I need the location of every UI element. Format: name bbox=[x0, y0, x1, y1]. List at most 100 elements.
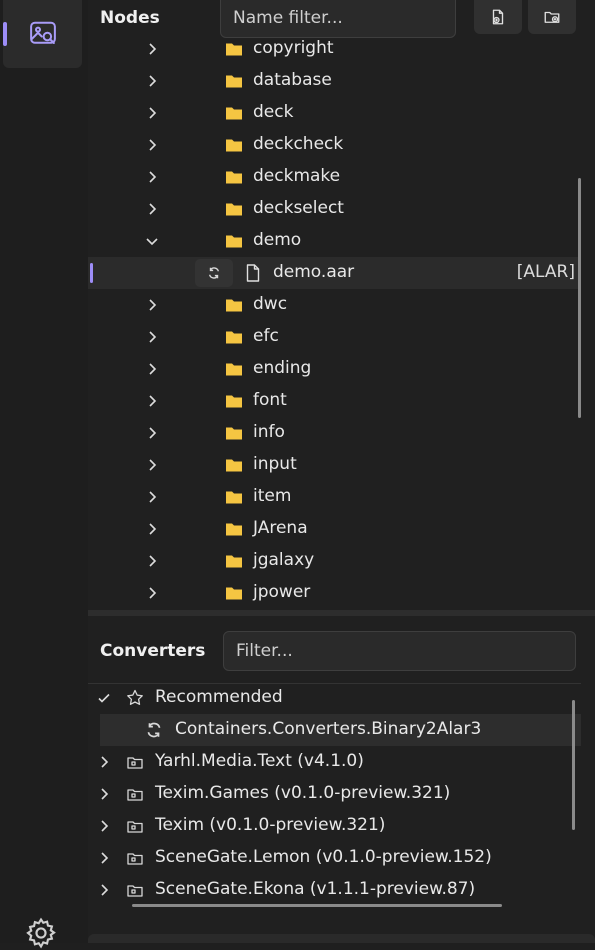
package-icon bbox=[127, 757, 143, 769]
chevron-right-icon[interactable] bbox=[144, 41, 160, 57]
tree-label: deckselect bbox=[253, 198, 344, 218]
chevron-right-icon[interactable] bbox=[96, 882, 112, 898]
tree-row[interactable]: font bbox=[88, 385, 580, 417]
converter-group-row[interactable]: Texim (v0.1.0-preview.321) bbox=[88, 810, 581, 842]
tree-label: demo.aar bbox=[273, 262, 355, 282]
converters-vertical-scrollbar[interactable] bbox=[572, 700, 575, 830]
chevron-right-icon[interactable] bbox=[144, 105, 160, 121]
tree-label: deck bbox=[253, 102, 294, 122]
folder-icon bbox=[226, 107, 242, 120]
chevron-right-icon[interactable] bbox=[144, 169, 160, 185]
check-icon[interactable] bbox=[96, 690, 112, 706]
package-icon bbox=[127, 885, 143, 897]
tree-row[interactable]: database bbox=[88, 65, 580, 97]
chevron-right-icon[interactable] bbox=[96, 786, 112, 802]
chevron-right-icon[interactable] bbox=[144, 137, 160, 153]
sync-icon bbox=[208, 267, 220, 279]
image-explorer-button[interactable] bbox=[3, 0, 82, 68]
converter-label: Texim.Games (v0.1.0-preview.321) bbox=[155, 783, 451, 803]
folder-icon bbox=[226, 331, 242, 344]
chevron-right-icon[interactable] bbox=[144, 425, 160, 441]
folder-icon bbox=[226, 75, 242, 88]
converter-group-row[interactable]: SceneGate.Ekona (v1.1.1-preview.87) bbox=[88, 874, 581, 906]
tree-row[interactable]: ending bbox=[88, 353, 580, 385]
tree-row[interactable]: deckmake bbox=[88, 161, 580, 193]
chevron-right-icon[interactable] bbox=[96, 850, 112, 866]
panel-splitter[interactable] bbox=[88, 610, 595, 616]
tree-label: JArena bbox=[253, 518, 308, 538]
folder-icon bbox=[226, 203, 242, 216]
converter-label: SceneGate.Ekona (v1.1.1-preview.87) bbox=[155, 879, 476, 899]
converter-label: Recommended bbox=[155, 687, 283, 707]
tree-row[interactable]: input bbox=[88, 449, 580, 481]
chevron-right-icon[interactable] bbox=[144, 489, 160, 505]
tree-row-selected[interactable]: demo.aar [ALAR] bbox=[88, 257, 580, 289]
package-icon bbox=[127, 853, 143, 865]
converter-group-row[interactable]: SceneGate.Lemon (v0.1.0-preview.152) bbox=[88, 842, 581, 874]
folder-add-icon bbox=[544, 11, 560, 23]
tree-label: info bbox=[253, 422, 285, 442]
nodes-title: Nodes bbox=[100, 8, 160, 28]
chevron-right-icon[interactable] bbox=[96, 754, 112, 770]
folder-icon bbox=[226, 139, 242, 152]
chevron-right-icon[interactable] bbox=[144, 201, 160, 217]
add-file-button[interactable] bbox=[474, 0, 522, 34]
name-filter-input[interactable] bbox=[220, 0, 456, 38]
chevron-right-icon[interactable] bbox=[144, 457, 160, 473]
tree-row[interactable]: deck bbox=[88, 97, 580, 129]
tree-row[interactable]: jpower bbox=[88, 577, 580, 609]
format-tag: [ALAR] bbox=[516, 262, 575, 282]
add-folder-button[interactable] bbox=[528, 0, 576, 34]
selection-indicator bbox=[90, 263, 93, 283]
gear-icon[interactable] bbox=[24, 916, 58, 950]
tree-label: input bbox=[253, 454, 297, 474]
converter-group-row[interactable]: Recommended bbox=[88, 682, 581, 714]
tree-row[interactable]: deckcheck bbox=[88, 129, 580, 161]
tree-label: deckcheck bbox=[253, 134, 344, 154]
converter-label: Yarhl.Media.Text (v4.1.0) bbox=[155, 751, 364, 771]
tree-row[interactable]: item bbox=[88, 481, 580, 513]
tree-label: font bbox=[253, 390, 287, 410]
converters-filter-input[interactable] bbox=[223, 631, 576, 671]
chevron-right-icon[interactable] bbox=[144, 521, 160, 537]
tree-row[interactable]: demo bbox=[88, 225, 580, 257]
chevron-right-icon[interactable] bbox=[144, 585, 160, 601]
converter-row-selected[interactable]: Containers.Converters.Binary2Alar3 bbox=[100, 714, 581, 746]
nodes-scrollbar[interactable] bbox=[578, 178, 581, 418]
tree-label: jpower bbox=[253, 582, 311, 602]
file-add-icon bbox=[492, 9, 504, 25]
tree-label: efc bbox=[253, 326, 279, 346]
chevron-right-icon[interactable] bbox=[144, 393, 160, 409]
tree-row[interactable]: copyright bbox=[88, 34, 580, 65]
chevron-right-icon[interactable] bbox=[144, 329, 160, 345]
tree-row[interactable]: dwc bbox=[88, 289, 580, 321]
chevron-right-icon[interactable] bbox=[144, 361, 160, 377]
chevron-right-icon[interactable] bbox=[144, 73, 160, 89]
tree-row[interactable]: jgalaxy bbox=[88, 545, 580, 577]
tree-label: jgalaxy bbox=[253, 550, 315, 570]
tree-row[interactable]: efc bbox=[88, 321, 580, 353]
converter-group-row[interactable]: Yarhl.Media.Text (v4.1.0) bbox=[88, 746, 581, 778]
nodes-tree: copyright database deck deckcheck deckma… bbox=[88, 34, 588, 610]
folder-icon bbox=[226, 459, 242, 472]
folder-icon bbox=[226, 523, 242, 536]
chevron-right-icon[interactable] bbox=[144, 553, 160, 569]
converter-group-row[interactable]: Texim.Games (v0.1.0-preview.321) bbox=[88, 778, 581, 810]
tree-row[interactable]: info bbox=[88, 417, 580, 449]
package-icon bbox=[127, 821, 143, 833]
folder-icon bbox=[226, 43, 242, 56]
converter-label: SceneGate.Lemon (v0.1.0-preview.152) bbox=[155, 847, 492, 867]
tree-label: demo bbox=[253, 230, 302, 250]
chevron-down-icon[interactable] bbox=[144, 233, 160, 249]
tree-row[interactable]: deckselect bbox=[88, 193, 580, 225]
tree-row[interactable]: JArena bbox=[88, 513, 580, 545]
convert-button[interactable] bbox=[195, 259, 233, 287]
converters-horizontal-scrollbar[interactable] bbox=[132, 904, 502, 907]
chevron-right-icon[interactable] bbox=[144, 297, 160, 313]
sync-icon bbox=[147, 722, 161, 738]
tree-label: copyright bbox=[253, 38, 334, 58]
bottom-panel-edge bbox=[88, 934, 595, 943]
folder-icon bbox=[226, 587, 242, 600]
folder-icon bbox=[226, 235, 242, 248]
chevron-right-icon[interactable] bbox=[96, 818, 112, 834]
